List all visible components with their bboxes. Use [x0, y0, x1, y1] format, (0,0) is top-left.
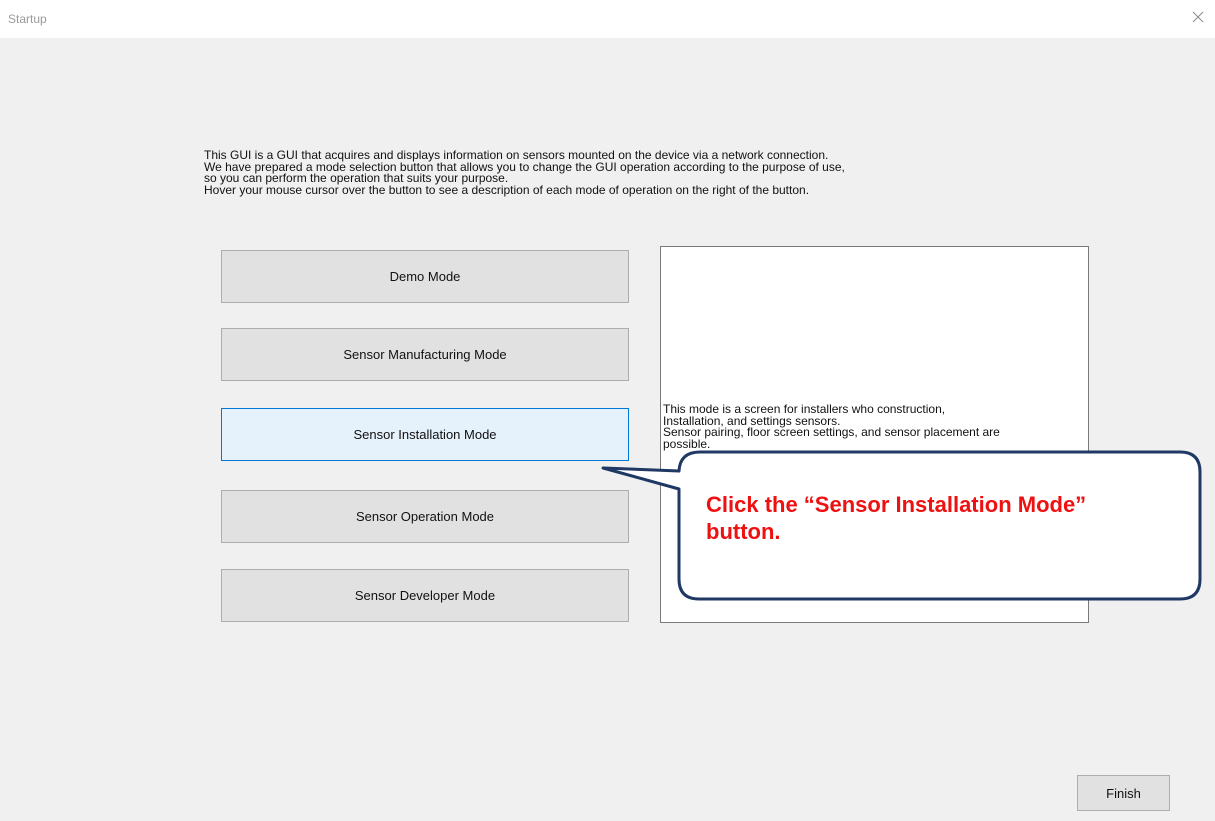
- window-title: Startup: [8, 12, 47, 26]
- sensor-operation-mode-button[interactable]: Sensor Operation Mode: [221, 490, 629, 543]
- intro-text: This GUI is a GUI that acquires and disp…: [204, 148, 845, 197]
- sensor-developer-mode-button[interactable]: Sensor Developer Mode: [221, 569, 629, 622]
- mode-description-text: This mode is a screen for installers who…: [663, 402, 1000, 451]
- sensor-installation-mode-button[interactable]: Sensor Installation Mode: [221, 408, 629, 461]
- sensor-manufacturing-mode-button[interactable]: Sensor Manufacturing Mode: [221, 328, 629, 381]
- finish-button[interactable]: Finish: [1077, 775, 1170, 811]
- close-button[interactable]: [1181, 0, 1215, 34]
- close-icon: [1192, 11, 1204, 23]
- demo-mode-button[interactable]: Demo Mode: [221, 250, 629, 303]
- startup-window: Startup This GUI is a GUI that acquires …: [0, 0, 1215, 821]
- mode-description-panel: This mode is a screen for installers who…: [660, 246, 1089, 623]
- title-bar: Startup: [0, 0, 1215, 38]
